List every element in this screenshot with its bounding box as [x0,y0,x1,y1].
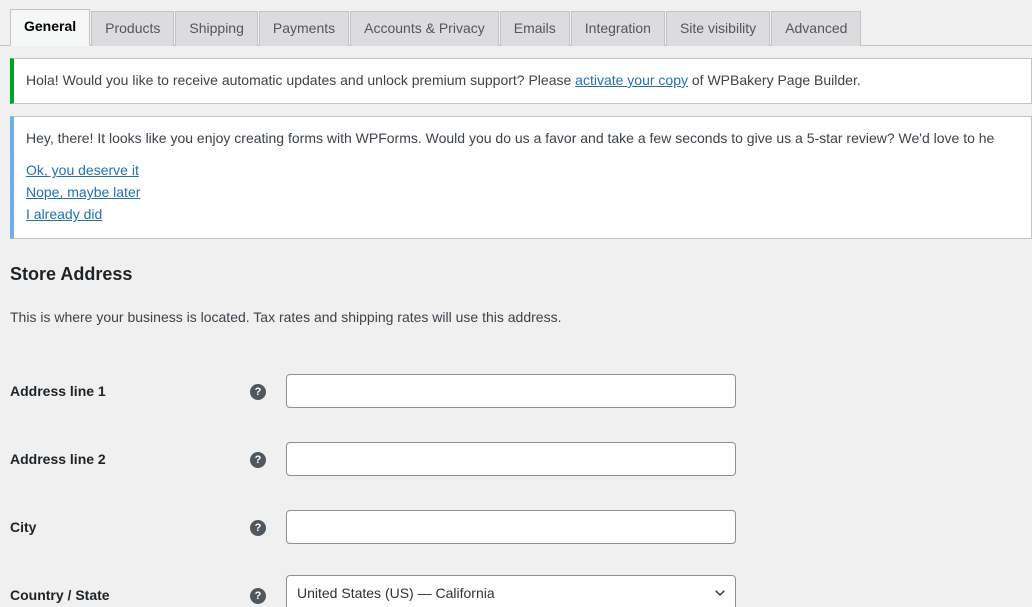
tab-site-visibility[interactable]: Site visibility [666,11,770,46]
address-line-2-input[interactable] [286,442,736,476]
page-title: Store Address [10,263,1022,286]
form-row-address-line-2: Address line 2 ? [10,425,1022,493]
help-icon[interactable]: ? [250,588,266,604]
label-address-line-1: Address line 1 [10,357,250,425]
label-country-state: Country / State [10,561,250,607]
help-cell-city: ? [250,493,286,561]
tab-shipping[interactable]: Shipping [175,11,258,46]
help-cell-address-line-1: ? [250,357,286,425]
notice-wpbakery-activation: Hola! Would you like to receive automati… [10,58,1032,104]
help-cell-address-line-2: ? [250,425,286,493]
field-cell-address-line-1 [286,357,1022,425]
help-icon[interactable]: ? [250,520,266,536]
label-city: City [10,493,250,561]
help-cell-country-state: ? [250,561,286,607]
notice-wpbakery-text-after: of WPBakery Page Builder. [688,72,861,88]
country-state-select-value[interactable]: United States (US) — California [286,575,736,607]
field-cell-city [286,493,1022,561]
tab-products[interactable]: Products [91,11,174,46]
label-address-line-2: Address line 2 [10,425,250,493]
store-address-form: Address line 1 ? Address line 2 ? City [10,357,1022,607]
field-cell-country-state: United States (US) — California [286,561,1022,607]
wpforms-review-already-did-link[interactable]: I already did [26,203,1019,225]
help-icon[interactable]: ? [250,384,266,400]
wpforms-review-ok-link[interactable]: Ok, you deserve it [26,159,1019,181]
field-cell-address-line-2 [286,425,1022,493]
notice-wpforms-links: Ok, you deserve it Nope, maybe later I a… [26,159,1019,225]
tab-accounts-privacy[interactable]: Accounts & Privacy [350,11,499,46]
tab-general[interactable]: General [10,9,90,46]
address-line-1-input[interactable] [286,374,736,408]
settings-tab-bar: GeneralProductsShippingPaymentsAccounts … [0,0,1032,46]
wpforms-review-later-link[interactable]: Nope, maybe later [26,181,1019,203]
store-address-section: Store Address This is where your busines… [0,239,1032,607]
tab-advanced[interactable]: Advanced [771,11,861,46]
tab-integration[interactable]: Integration [571,11,665,46]
form-row-address-line-1: Address line 1 ? [10,357,1022,425]
city-input[interactable] [286,510,736,544]
notice-wpbakery-text-before: Hola! Would you like to receive automati… [26,72,575,88]
notices-area: Hola! Would you like to receive automati… [0,58,1032,239]
form-row-country-state: Country / State ? United States (US) — C… [10,561,1022,607]
tab-payments[interactable]: Payments [259,11,349,46]
tab-emails[interactable]: Emails [500,11,570,46]
activate-your-copy-link[interactable]: activate your copy [575,72,688,88]
section-description: This is where your business is located. … [10,309,1022,325]
help-icon[interactable]: ? [250,452,266,468]
notice-wpforms-review: Hey, there! It looks like you enjoy crea… [10,116,1032,240]
country-state-select[interactable]: United States (US) — California [286,575,736,607]
form-row-city: City ? [10,493,1022,561]
notice-wpforms-text: Hey, there! It looks like you enjoy crea… [26,128,1019,150]
notice-wpbakery-text: Hola! Would you like to receive automati… [26,70,1019,92]
